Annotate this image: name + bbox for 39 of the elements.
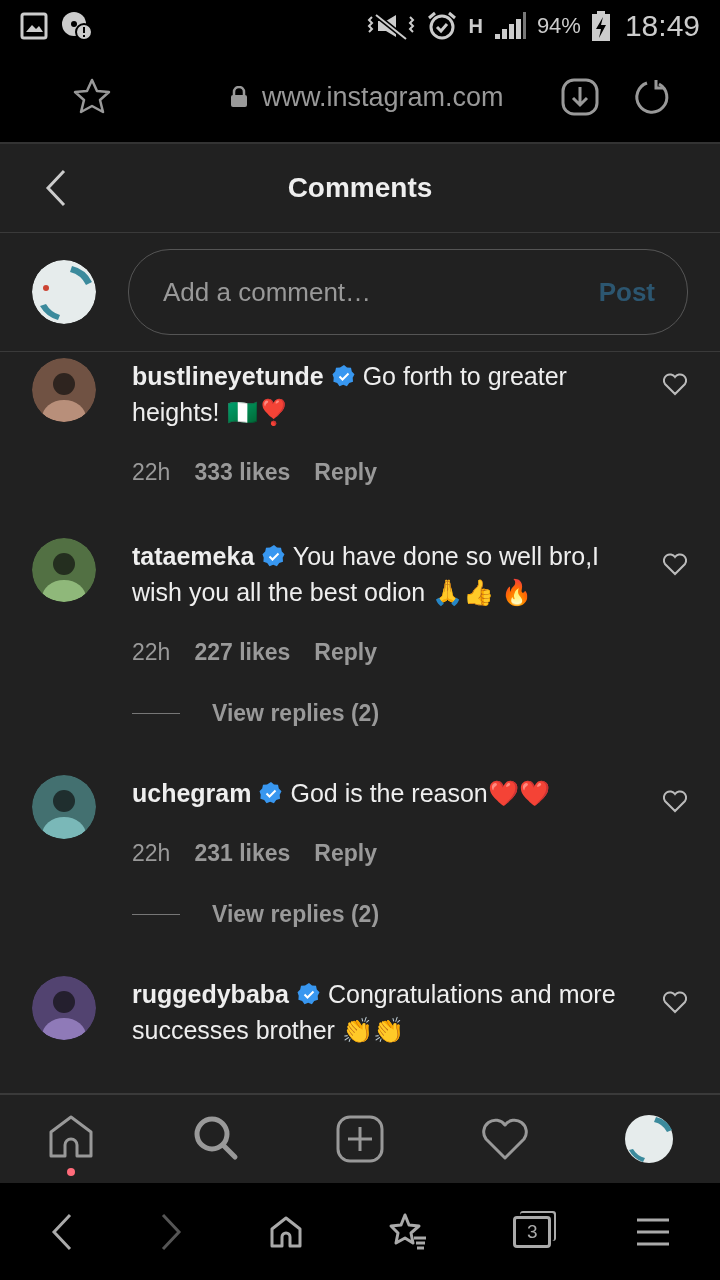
heart-icon[interactable]	[662, 990, 688, 1014]
profile-avatar[interactable]	[624, 1114, 674, 1164]
comment-time: 22h	[132, 638, 171, 667]
network-type: H	[468, 14, 483, 38]
lock-icon	[230, 86, 248, 108]
signal-icon	[492, 11, 527, 41]
comment-text: uchegram God is the reason❤❤	[132, 778, 551, 809]
alarm-icon	[426, 10, 459, 42]
comment-text: bustlineyetunde Go forth to greater heights! 🇳🇬❣	[132, 361, 568, 428]
profile-avatar[interactable]	[32, 260, 96, 324]
comment-text: ruggedybaba Congratulations and more successes brother 👏👏	[132, 979, 617, 1046]
address-bar[interactable]: www.instagram.com	[174, 81, 504, 113]
page-title: Comments	[287, 172, 433, 204]
download-icon[interactable]	[559, 77, 600, 117]
disc-alert-icon	[60, 10, 94, 42]
comment-text: tataemeka You have done so well bro,I wish you all the best odion 🙏👍 🔥	[132, 541, 601, 608]
reply-link[interactable]: Reply	[314, 634, 377, 670]
comment-time: 22h	[132, 458, 171, 487]
likes-count[interactable]: 333 likes	[194, 454, 291, 490]
reply-link[interactable]: Reply	[314, 835, 377, 871]
reply-link[interactable]: Reply	[314, 454, 377, 490]
mute-icon	[366, 11, 417, 41]
heart-icon[interactable]	[662, 789, 688, 813]
battery-charging-icon	[590, 10, 611, 42]
view-replies-link[interactable]: View replies (2)	[212, 901, 380, 928]
clock-time: 18:49	[624, 9, 700, 43]
comment-time: 22h	[132, 839, 171, 868]
battery-percent: 94%	[536, 13, 581, 39]
likes-count[interactable]: 227 likes	[194, 634, 291, 670]
add-icon[interactable]	[335, 1114, 385, 1164]
back-icon[interactable]	[50, 1211, 74, 1252]
bookmarks-icon[interactable]	[388, 1211, 429, 1252]
back-icon[interactable]	[44, 168, 68, 208]
likes-count[interactable]: 231 likes	[194, 835, 291, 871]
menu-icon[interactable]	[636, 1216, 670, 1247]
heart-icon[interactable]	[662, 552, 688, 576]
view-replies-link[interactable]: View replies (2)	[212, 700, 380, 727]
gallery-icon	[20, 12, 48, 40]
heart-icon[interactable]	[662, 372, 688, 396]
